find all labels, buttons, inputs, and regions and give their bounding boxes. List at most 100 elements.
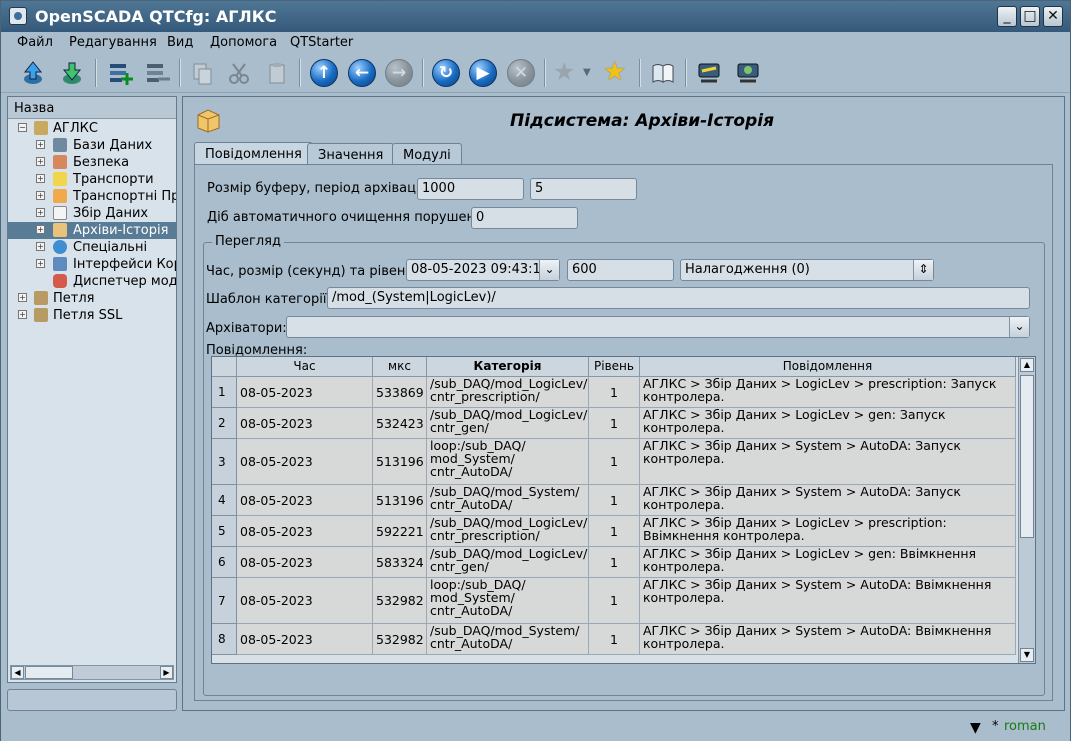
time-cell[interactable]: 08-05-2023 09:41:16 (237, 408, 373, 439)
table-row[interactable]: 108-05-2023 09:41:16533869/sub_DAQ/mod_L… (212, 377, 1020, 408)
expand-icon[interactable]: + (36, 242, 45, 251)
category-cell[interactable]: loop:/sub_DAQ/ mod_System/ cntr_AutoDA/ (427, 439, 589, 485)
level-cell[interactable]: 1 (589, 547, 640, 578)
table-row[interactable]: 808-05-2023 09:41:12532982/sub_DAQ/mod_S… (212, 624, 1020, 655)
up-icon[interactable]: ↑ (310, 59, 338, 87)
microseconds-cell[interactable]: 592221 (373, 516, 427, 547)
navigation-tree[interactable]: − АГЛКС + Бази Даних + Безпека + Транспорти … (8, 120, 176, 665)
level-cell[interactable]: 1 (589, 516, 640, 547)
tree-node-agl[interactable]: − АГЛКС (8, 120, 176, 137)
tree-node-transports[interactable]: + Транспорти (8, 171, 176, 188)
start-icon[interactable]: ▶ (469, 59, 497, 87)
back-icon[interactable]: ← (348, 59, 376, 87)
favorites-icon[interactable]: ★ (553, 59, 581, 87)
level-cell[interactable]: 1 (589, 624, 640, 655)
stop-icon[interactable]: ✕ (507, 59, 535, 87)
table-row[interactable]: 708-05-2023 09:41:12532982loop:/sub_DAQ/… (212, 578, 1020, 624)
category-cell[interactable]: /sub_DAQ/mod_LogicLev/ cntr_gen/ (427, 408, 589, 439)
chevron-down-icon[interactable]: ⌄ (539, 260, 559, 280)
category-cell[interactable]: /sub_DAQ/mod_System/ cntr_AutoDA/ (427, 485, 589, 516)
message-cell[interactable]: АГЛКС > Збір Даних > LogicLev > prescrip… (640, 516, 1016, 547)
paste-icon[interactable] (263, 59, 291, 87)
menu-view[interactable]: Вид (167, 35, 193, 50)
scroll-up-icon[interactable]: ▲ (1020, 358, 1034, 372)
category-cell[interactable]: /sub_DAQ/mod_LogicLev/ cntr_prescription… (427, 377, 589, 408)
menu-edit[interactable]: Редагування (69, 35, 157, 50)
microseconds-cell[interactable]: 532423 (373, 408, 427, 439)
message-cell[interactable]: АГЛКС > Збір Даних > System > AutoDA: Вв… (640, 578, 1016, 624)
expand-icon[interactable]: + (36, 157, 45, 166)
minimize-button[interactable]: _ (997, 6, 1017, 27)
station-alt-icon[interactable] (734, 59, 762, 87)
microseconds-column-header[interactable]: мкс (373, 357, 427, 377)
tree-node-interfaces[interactable]: + Інтерфейси Кор (8, 256, 176, 273)
tree-node-special[interactable]: + Спеціальні (8, 239, 176, 256)
notification-dropdown-icon[interactable]: ▼ (970, 720, 981, 736)
scroll-thumb[interactable] (25, 666, 73, 679)
add-favorite-icon[interactable]: ★ (603, 59, 631, 87)
cut-icon[interactable] (225, 59, 253, 87)
table-row[interactable]: 208-05-2023 09:41:16532423/sub_DAQ/mod_L… (212, 408, 1020, 439)
table-row[interactable]: 508-05-2023 09:41:12592221/sub_DAQ/mod_L… (212, 516, 1020, 547)
database-save-icon[interactable] (58, 59, 86, 87)
level-select[interactable]: Налагодження (0) ⇕ (680, 259, 934, 281)
tree-node-security[interactable]: + Безпека (8, 154, 176, 171)
expand-icon[interactable]: + (36, 174, 45, 183)
microseconds-cell[interactable]: 532982 (373, 624, 427, 655)
expand-icon[interactable]: + (18, 293, 27, 302)
level-cell[interactable]: 1 (589, 408, 640, 439)
row-number-cell[interactable]: 5 (212, 516, 237, 547)
message-cell[interactable]: АГЛКС > Збір Даних > LogicLev > prescrip… (640, 377, 1016, 408)
cleanup-days-input[interactable]: 0 (471, 207, 578, 229)
level-cell[interactable]: 1 (589, 439, 640, 485)
expand-icon[interactable]: + (36, 140, 45, 149)
table-vertical-scrollbar[interactable]: ▲ ▼ (1018, 357, 1035, 663)
category-cell[interactable]: /sub_DAQ/mod_LogicLev/ cntr_gen/ (427, 547, 589, 578)
message-cell[interactable]: АГЛКС > Збір Даних > System > AutoDA: Вв… (640, 624, 1016, 655)
category-cell[interactable]: loop:/sub_DAQ/ mod_System/ cntr_AutoDA/ (427, 578, 589, 624)
menu-help[interactable]: Допомога (210, 35, 277, 50)
time-cell[interactable]: 08-05-2023 09:41:16 (237, 439, 373, 485)
category-template-input[interactable]: /mod_(System|LogicLev)/ (327, 287, 1030, 309)
archivers-select[interactable]: ⌄ (286, 316, 1030, 338)
chevron-down-icon[interactable]: ⌄ (1009, 317, 1029, 337)
maximize-button[interactable]: □ (1020, 6, 1040, 27)
level-cell[interactable]: 1 (589, 485, 640, 516)
title-bar[interactable]: OpenSCADA QTCfg: АГЛКС _ □ ✕ (1, 1, 1070, 32)
row-number-cell[interactable]: 7 (212, 578, 237, 624)
table-row[interactable]: 308-05-2023 09:41:16513196loop:/sub_DAQ/… (212, 439, 1020, 485)
time-cell[interactable]: 08-05-2023 09:41:12 (237, 547, 373, 578)
expand-icon[interactable]: + (36, 259, 45, 268)
buffer-size-input[interactable]: 1000 (417, 178, 524, 200)
expand-icon[interactable]: + (36, 225, 45, 234)
copy-icon[interactable] (188, 59, 216, 87)
messages-table[interactable]: Час мкс Категорія Рівень Повідомлення 10… (211, 356, 1036, 664)
current-user[interactable]: roman (1004, 719, 1046, 734)
row-number-cell[interactable]: 4 (212, 485, 237, 516)
archive-period-input[interactable]: 5 (530, 178, 637, 200)
table-row[interactable]: 608-05-2023 09:41:12583324/sub_DAQ/mod_L… (212, 547, 1020, 578)
tree-filter-field[interactable] (7, 689, 177, 711)
tree-node-loop-ssl[interactable]: + Петля SSL (8, 307, 176, 324)
microseconds-cell[interactable]: 513196 (373, 485, 427, 516)
close-button[interactable]: ✕ (1043, 6, 1063, 27)
message-cell[interactable]: АГЛКС > Збір Даних > LogicLev > gen: Зап… (640, 408, 1016, 439)
time-cell[interactable]: 08-05-2023 09:41:16 (237, 377, 373, 408)
tree-node-modules[interactable]: Диспетчер моду (8, 273, 176, 290)
category-cell[interactable]: /sub_DAQ/mod_System/ cntr_AutoDA/ (427, 624, 589, 655)
message-cell[interactable]: АГЛКС > Збір Даних > LogicLev > gen: Вві… (640, 547, 1016, 578)
scroll-thumb[interactable] (1020, 375, 1034, 538)
scroll-right-icon[interactable]: ▶ (160, 666, 173, 679)
level-cell[interactable]: 1 (589, 377, 640, 408)
expand-icon[interactable]: + (18, 310, 27, 319)
time-cell[interactable]: 08-05-2023 09:41:12 (237, 578, 373, 624)
tab-messages[interactable]: Повідомлення (194, 142, 313, 165)
manual-icon[interactable] (649, 59, 677, 87)
refresh-icon[interactable]: ↻ (432, 59, 460, 87)
station-icon[interactable] (695, 59, 723, 87)
row-number-cell[interactable]: 6 (212, 547, 237, 578)
tree-node-loop[interactable]: + Петля (8, 290, 176, 307)
row-number-cell[interactable]: 1 (212, 377, 237, 408)
message-column-header[interactable]: Повідомлення (640, 357, 1016, 377)
microseconds-cell[interactable]: 513196 (373, 439, 427, 485)
